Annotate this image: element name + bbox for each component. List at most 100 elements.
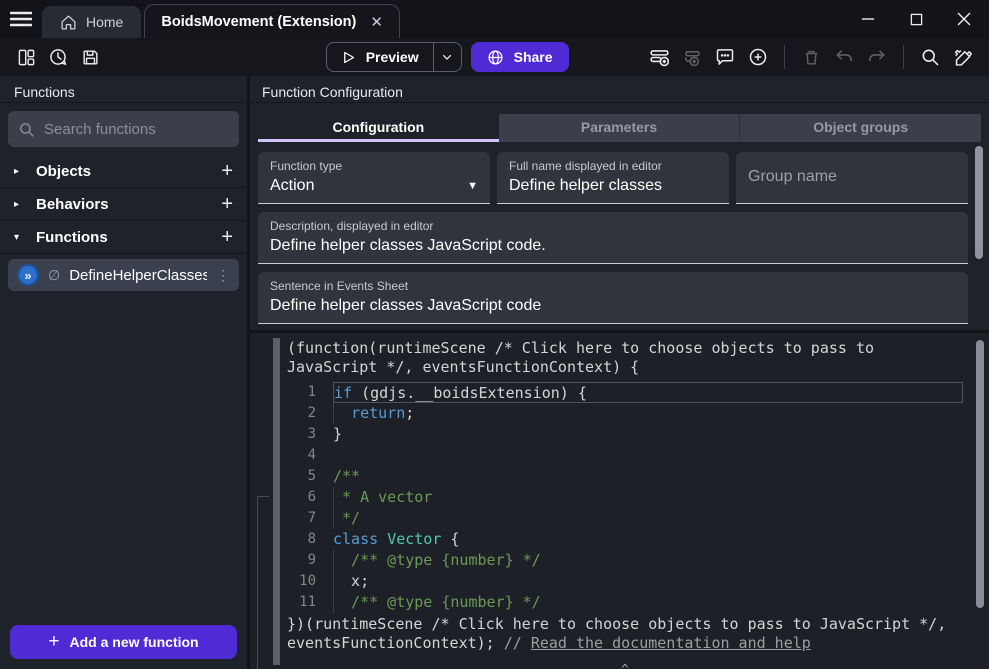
code-text[interactable]: /** @type {number} */: [333, 550, 963, 571]
tab-parameters[interactable]: Parameters: [499, 114, 740, 142]
documentation-link[interactable]: Read the documentation and help: [531, 634, 811, 652]
code-line[interactable]: 1if (gdjs.__boidsExtension) {: [287, 382, 963, 403]
preview-options-button[interactable]: [433, 43, 461, 71]
kebab-menu-icon[interactable]: ⋮: [216, 267, 230, 284]
code-text[interactable]: [333, 445, 963, 466]
editors-layout-icon[interactable]: [12, 43, 40, 71]
save-icon[interactable]: [76, 43, 104, 71]
code-line[interactable]: 5/**: [287, 466, 963, 487]
line-number: 5: [287, 466, 333, 487]
code-text[interactable]: x;: [333, 571, 963, 592]
function-item-definehelperclasses[interactable]: » ∅ DefineHelperClasses ⋮: [8, 259, 239, 291]
config-scrollbar[interactable]: [975, 146, 983, 259]
titlebar: Home BoidsMovement (Extension) ✕: [0, 0, 989, 38]
tab-close-icon[interactable]: ✕: [370, 13, 383, 31]
code-line[interactable]: 2 return;: [287, 403, 963, 424]
group-name-input[interactable]: [748, 168, 956, 186]
code-line[interactable]: 6 * A vector: [287, 487, 963, 508]
search-functions-input[interactable]: [44, 121, 229, 138]
tab-project[interactable]: BoidsMovement (Extension) ✕: [144, 4, 400, 38]
code-line[interactable]: 8class Vector {: [287, 529, 963, 550]
event-margin: [250, 333, 285, 669]
sidebar-section-objects[interactable]: ▸ Objects +: [0, 155, 247, 188]
code-text[interactable]: return;: [333, 403, 963, 424]
add-event-icon[interactable]: [645, 43, 673, 71]
tab-object-groups[interactable]: Object groups: [739, 114, 981, 142]
full-name-field[interactable]: Full name displayed in editor Define hel…: [497, 152, 729, 204]
chevron-down-icon: ▾: [14, 232, 26, 243]
delete-icon[interactable]: [797, 43, 825, 71]
full-name-label: Full name displayed in editor: [509, 159, 717, 173]
section-label: Behaviors: [36, 196, 211, 213]
indent-guide: [333, 550, 334, 571]
group-name-field[interactable]: [736, 152, 968, 204]
chevron-right-icon: ▸: [14, 166, 26, 177]
add-new-function-label: Add a new function: [70, 634, 199, 650]
choose-event-icon[interactable]: [744, 43, 772, 71]
share-button[interactable]: Share: [471, 42, 569, 72]
add-sub-event-icon[interactable]: [678, 43, 706, 71]
event-drag-handle[interactable]: [273, 338, 280, 665]
indent-guide: [333, 571, 334, 592]
dropdown-caret-icon: ▼: [467, 180, 478, 192]
code-text[interactable]: class Vector {: [333, 529, 963, 550]
line-number: 4: [287, 445, 333, 466]
code-line[interactable]: 10 x;: [287, 571, 963, 592]
section-label: Functions: [36, 229, 211, 246]
sidebar-section-behaviors[interactable]: ▸ Behaviors +: [0, 188, 247, 221]
undo-icon[interactable]: [830, 43, 858, 71]
sentence-field[interactable]: Sentence in Events Sheet Define helper c…: [258, 272, 968, 324]
hamburger-icon: [10, 11, 32, 27]
history-icon[interactable]: [44, 43, 72, 71]
add-behavior-button[interactable]: +: [221, 194, 233, 214]
config-tabs: Configuration Parameters Object groups: [258, 114, 981, 142]
function-type-select[interactable]: Function type Action ▼: [258, 152, 490, 204]
code-scrollbar[interactable]: [976, 340, 984, 608]
code-line[interactable]: 9 /** @type {number} */: [287, 550, 963, 571]
tab-home[interactable]: Home: [42, 6, 141, 38]
search-icon[interactable]: [916, 43, 944, 71]
sidebar-section-functions[interactable]: ▾ Functions +: [0, 221, 247, 254]
share-label: Share: [514, 49, 553, 65]
code-text[interactable]: if (gdjs.__boidsExtension) {: [333, 382, 963, 403]
code-line[interactable]: 4: [287, 445, 963, 466]
globe-icon: [487, 49, 504, 66]
code-line[interactable]: 3}: [287, 424, 963, 445]
toolbar-separator: [784, 45, 785, 69]
edit-extension-icon[interactable]: [949, 43, 977, 71]
code-text[interactable]: /**: [333, 466, 963, 487]
js-wrapper-header[interactable]: (function(runtimeScene /* Click here to …: [287, 339, 963, 377]
search-icon: [18, 121, 35, 138]
main-menu-button[interactable]: [0, 0, 42, 38]
code-editor[interactable]: (function(runtimeScene /* Click here to …: [285, 333, 989, 669]
window-close-button[interactable]: [955, 10, 973, 28]
window-minimize-button[interactable]: [859, 10, 877, 28]
code-text[interactable]: */: [333, 508, 963, 529]
add-object-button[interactable]: +: [221, 161, 233, 181]
add-function-quick-button[interactable]: +: [221, 227, 233, 247]
preview-button-main[interactable]: Preview: [327, 43, 433, 71]
functions-panel-title: Functions: [0, 76, 247, 103]
code-text[interactable]: }: [333, 424, 963, 445]
description-field[interactable]: Description, displayed in editor Define …: [258, 212, 968, 264]
add-comment-icon[interactable]: [711, 43, 739, 71]
line-number: 11: [287, 592, 333, 613]
home-icon: [60, 14, 77, 31]
description-value: Define helper classes JavaScript code.: [270, 237, 956, 255]
code-text[interactable]: * A vector: [333, 487, 963, 508]
code-text[interactable]: /** @type {number} */: [333, 592, 963, 613]
function-type-label: Function type: [270, 159, 478, 173]
tab-home-label: Home: [86, 14, 123, 30]
line-number: 8: [287, 529, 333, 550]
code-line[interactable]: 7 */: [287, 508, 963, 529]
tab-configuration[interactable]: Configuration: [258, 114, 499, 142]
add-new-function-button[interactable]: + Add a new function: [10, 625, 237, 659]
redo-icon[interactable]: [863, 43, 891, 71]
code-line[interactable]: 11 /** @type {number} */: [287, 592, 963, 613]
search-functions-box[interactable]: [8, 111, 239, 147]
js-wrapper-footer[interactable]: })(runtimeScene /* Click here to choose …: [287, 615, 963, 653]
window-maximize-button[interactable]: [907, 10, 925, 28]
collapse-caret-icon[interactable]: ^: [287, 662, 963, 669]
preview-button[interactable]: Preview: [326, 42, 462, 72]
indent-guide: [333, 487, 334, 508]
